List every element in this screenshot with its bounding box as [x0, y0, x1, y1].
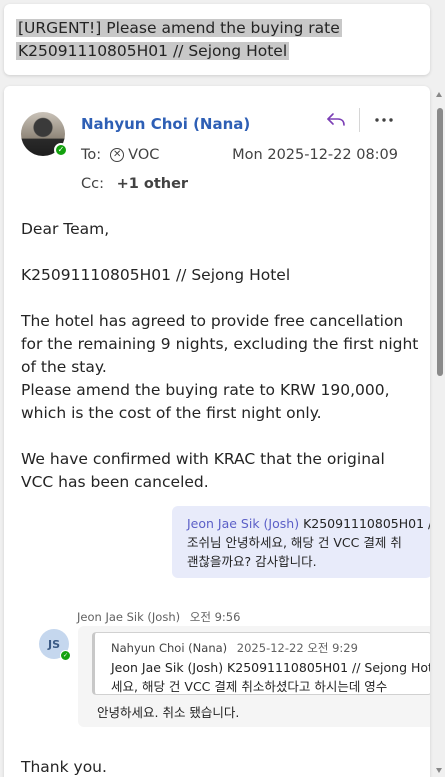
body-line: Please amend the buying rate to KRW 190,… — [21, 381, 390, 399]
body-line: for the remaining 9 nights, excluding th… — [21, 335, 419, 353]
vertical-scrollbar[interactable] — [434, 86, 445, 777]
chat-avatar[interactable]: JS ✓ — [39, 629, 71, 661]
cc-line: Cc: +1 other — [81, 176, 188, 192]
body-line: which is the cost of the first night onl… — [21, 404, 322, 422]
chat-time: 오전 9:56 — [189, 610, 241, 624]
chat-bubble-line: 괜찮을까요? 감사합니다. — [187, 554, 317, 569]
more-horizontal-icon — [375, 118, 393, 122]
body-line: VCC has been canceled. — [21, 473, 209, 491]
cc-label: Cc: — [81, 176, 104, 192]
body-line: We have confirmed with KRAC that the ori… — [21, 450, 385, 468]
chat-bubble-line: 조쉬님 안녕하세요, 해당 건 VCC 결제 취 — [187, 535, 402, 550]
avatar-initials: JS — [47, 637, 60, 651]
chat-sender: Jeon Jae Sik (Josh) — [77, 610, 181, 624]
chat-quote-ref: K25091110805H01 // — [303, 516, 430, 531]
reply-button[interactable] — [322, 106, 350, 134]
body-line: of the stay. — [21, 358, 107, 376]
sender-name[interactable]: Nahyun Choi (Nana) — [81, 115, 250, 133]
closing-line: Thank you. — [21, 758, 107, 776]
chat-reply-text: 안녕하세요. 취소 됐습니다. — [97, 705, 240, 720]
group-circle-x-icon: ✕ — [110, 148, 125, 162]
subject-line-1: [URGENT!] Please amend the buying rate — [16, 19, 342, 37]
chat-message-meta: Jeon Jae Sik (Josh) 오전 9:56 — [77, 609, 240, 625]
email-subject[interactable]: [URGENT!] Please amend the buying rate K… — [16, 17, 418, 63]
quote-line: Jeon Jae Sik (Josh) K25091110805H01 // S… — [111, 660, 430, 675]
to-label: To: — [81, 147, 102, 163]
sender-avatar[interactable]: ✓ — [21, 112, 68, 157]
scroll-thumb[interactable] — [437, 108, 443, 376]
chat-quote-name: Jeon Jae Sik (Josh) — [187, 516, 300, 531]
presence-available-icon: ✓ — [54, 143, 68, 157]
reply-arrow-icon — [327, 113, 345, 126]
message-body: Dear Team, K25091110805H01 // Sejong Hot… — [21, 218, 421, 494]
message-date: Mon 2025-12-22 08:09 — [232, 147, 398, 163]
body-line: K25091110805H01 // Sejong Hotel — [21, 266, 291, 284]
chat-quoted-message: Nahyun Choi (Nana) 2025-12-22 오전 9:29 Je… — [92, 632, 430, 695]
to-line: To: ✕ VOC — [81, 147, 159, 163]
subject-line-2: K25091110805H01 // Sejong Hotel — [16, 42, 290, 60]
cc-other-link[interactable]: +1 other — [117, 176, 189, 192]
body-line: Dear Team, — [21, 220, 110, 238]
quote-name: Nahyun Choi (Nana) — [111, 641, 228, 655]
to-recipient[interactable]: VOC — [128, 147, 159, 163]
scroll-down-arrow-icon[interactable] — [436, 768, 442, 773]
chat-bubble-right: Jeon Jae Sik (Josh) K25091110805H01 // 조… — [172, 506, 430, 578]
quote-date: 2025-12-22 오전 9:29 — [236, 641, 358, 655]
body-line: The hotel has agreed to provide free can… — [21, 312, 404, 330]
chat-bubble-left: Nahyun Choi (Nana) 2025-12-22 오전 9:29 Je… — [78, 626, 430, 727]
scroll-up-arrow-icon[interactable] — [436, 92, 442, 97]
more-actions-button[interactable] — [368, 106, 400, 134]
quote-line: 세요, 해당 건 VCC 결제 취소하셨다고 하시는데 영수 — [111, 679, 388, 694]
message-card: ✓ Nahyun Choi (Nana) To: ✕ VOC Mon 2025-… — [4, 86, 430, 777]
presence-available-icon: ✓ — [60, 650, 71, 661]
subject-card: [URGENT!] Please amend the buying rate K… — [4, 4, 430, 75]
toolbar-divider — [359, 108, 360, 132]
